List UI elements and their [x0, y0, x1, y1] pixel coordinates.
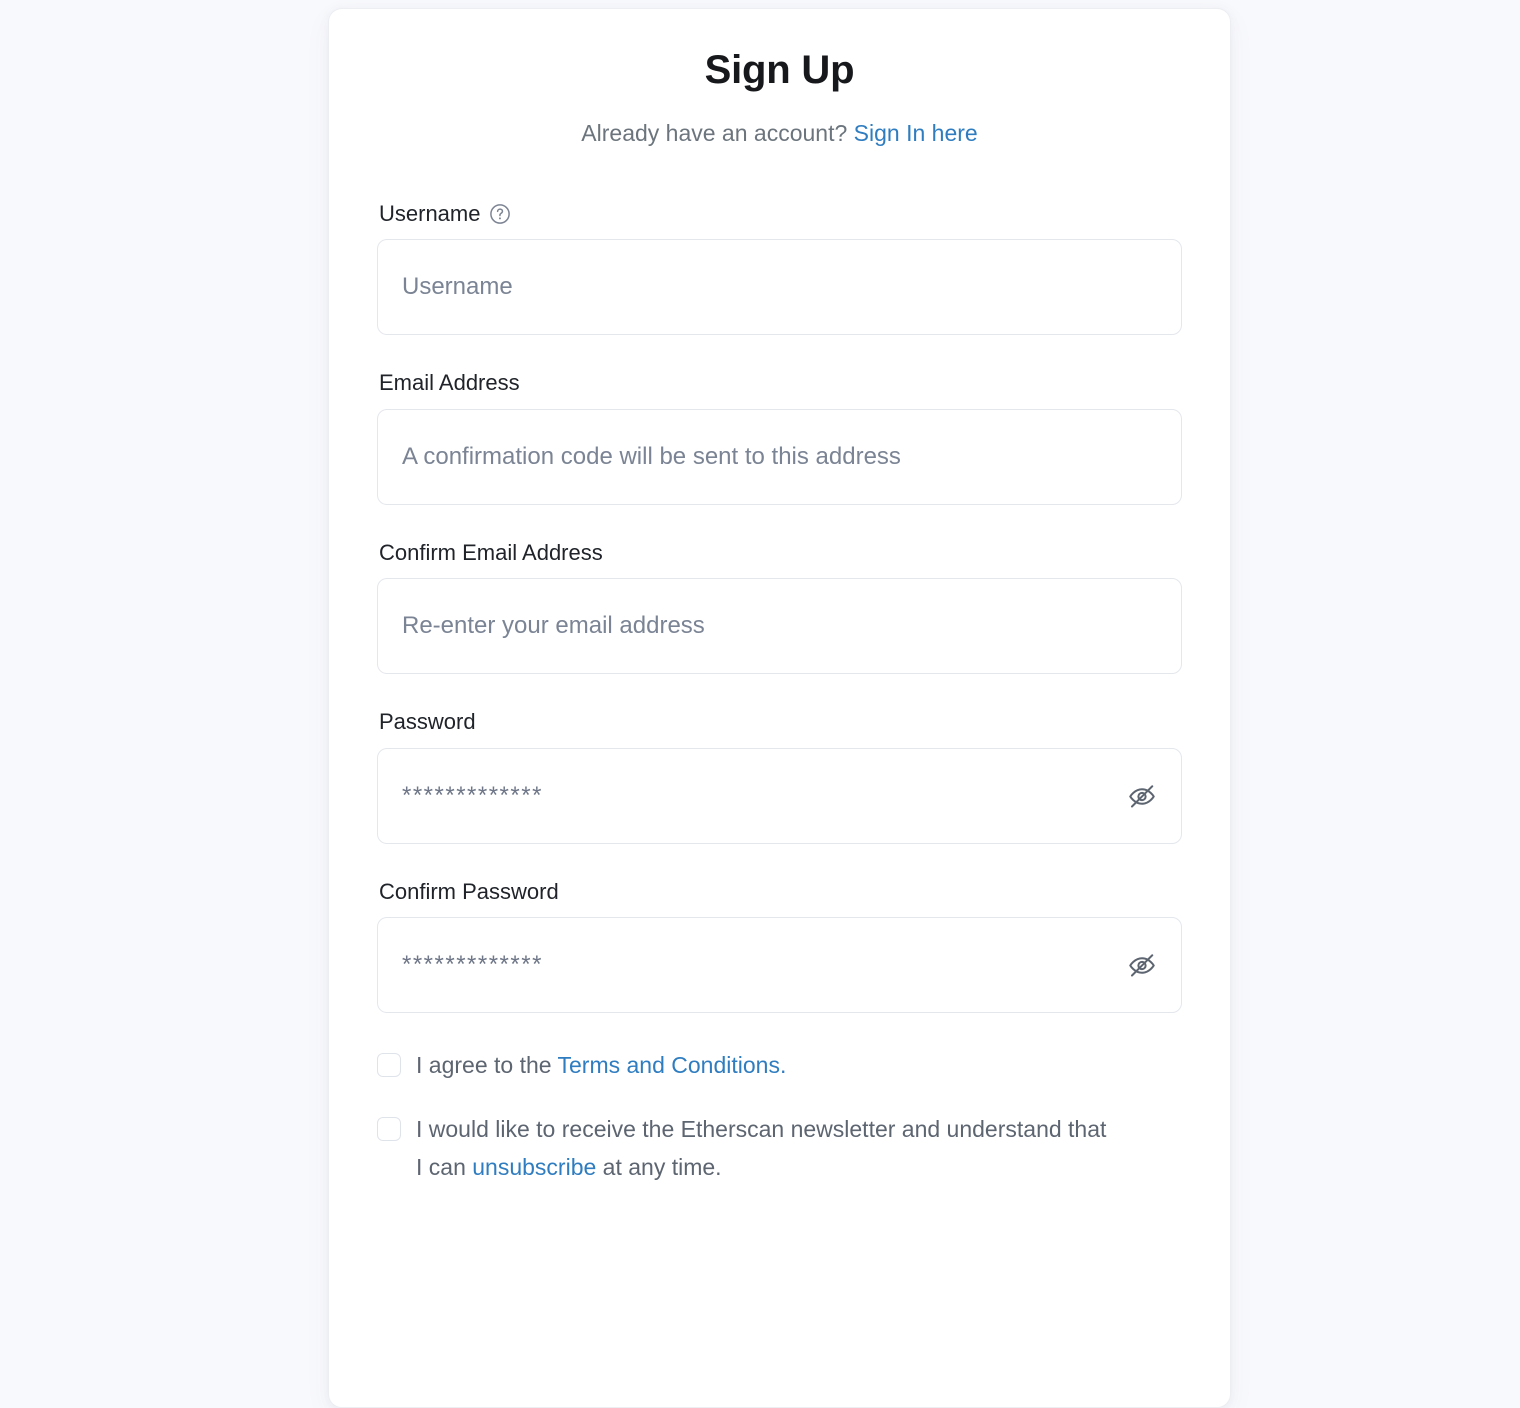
confirm-password-field-group: Confirm Password — [377, 878, 1182, 1014]
terms-checkbox[interactable] — [377, 1053, 401, 1078]
confirm-password-input-wrap — [377, 917, 1182, 1014]
password-input-wrap — [377, 747, 1182, 844]
email-field-group: Email Address — [377, 369, 1182, 505]
signin-prompt: Already have an account? Sign In here — [377, 119, 1182, 148]
password-input[interactable] — [377, 747, 1182, 844]
page-title: Sign Up — [704, 48, 855, 92]
confirm-password-label: Confirm Password — [379, 878, 559, 904]
username-input-wrap — [377, 239, 1182, 336]
username-input[interactable] — [377, 239, 1182, 336]
username-label: Username — [379, 200, 481, 226]
newsletter-agreement-row[interactable]: I would like to receive the Etherscan ne… — [377, 1111, 1182, 1187]
eye-off-icon-password-toggle[interactable] — [1122, 776, 1162, 816]
confirm-email-input[interactable] — [377, 578, 1182, 675]
newsletter-checkbox[interactable] — [377, 1117, 401, 1142]
terms-agreement-text: I agree to the — [416, 1052, 558, 1079]
unsubscribe-link[interactable]: unsubscribe — [472, 1154, 596, 1180]
username-label-row: Username — [379, 200, 1182, 228]
signin-prompt-text: Already have an account? — [581, 120, 848, 147]
eye-off-icon-confirm-password-toggle[interactable] — [1122, 945, 1162, 985]
password-label: Password — [379, 709, 476, 735]
confirm-email-input-wrap — [377, 578, 1182, 675]
terms-and-conditions-link[interactable]: Terms and Conditions. — [558, 1052, 787, 1078]
email-input[interactable] — [377, 408, 1182, 505]
signup-page: Sign Up Already have an account? Sign In… — [0, 0, 1520, 1408]
terms-agreement-row[interactable]: I agree to the Terms and Conditions. — [377, 1047, 1182, 1085]
confirm-password-input[interactable] — [377, 917, 1182, 1014]
signup-card-body: Sign Up Already have an account? Sign In… — [329, 9, 1230, 1227]
email-input-wrap — [377, 408, 1182, 505]
password-field-group: Password — [377, 708, 1182, 844]
sign-in-here-link[interactable]: Sign In here — [854, 120, 978, 146]
newsletter-agreement-text-after: at any time. — [596, 1154, 722, 1181]
confirm-email-field-group: Confirm Email Address — [377, 539, 1182, 675]
question-circle-icon[interactable] — [489, 203, 511, 225]
signup-card: Sign Up Already have an account? Sign In… — [328, 8, 1231, 1408]
newsletter-agreement-label: I would like to receive the Etherscan ne… — [416, 1111, 1116, 1187]
email-label: Email Address — [379, 370, 520, 396]
confirm-email-label: Confirm Email Address — [379, 539, 603, 565]
username-field-group: Username — [377, 200, 1182, 336]
terms-agreement-label: I agree to the Terms and Conditions. — [416, 1047, 786, 1085]
